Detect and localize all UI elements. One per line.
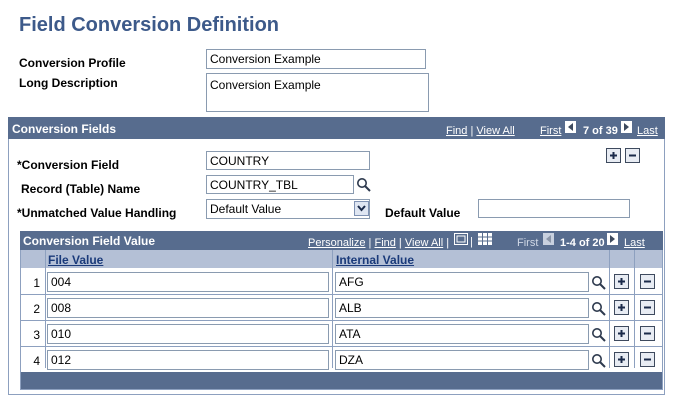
internal-value-input[interactable]: AFG xyxy=(335,272,589,292)
unmatched-value-select[interactable]: Default Value xyxy=(206,199,370,219)
default-value-label: Default Value xyxy=(385,206,461,220)
plus-icon xyxy=(618,330,625,337)
grid-nav-sep: | xyxy=(470,236,473,248)
minus-icon xyxy=(644,280,651,283)
internal-value-input[interactable]: DZA xyxy=(335,350,589,370)
row-number: 1 xyxy=(33,276,40,290)
conversion-profile-field[interactable]: Conversion Example xyxy=(206,49,426,69)
grid-next-icon[interactable] xyxy=(607,233,618,248)
magnifier-icon[interactable] xyxy=(591,301,606,319)
internal-value-input[interactable]: ATA xyxy=(335,324,589,344)
view-all-link[interactable]: View All xyxy=(476,125,514,137)
default-value-input[interactable] xyxy=(478,199,630,218)
conversion-field-input[interactable]: COUNTRY xyxy=(206,151,370,170)
grid-range: 1-4 of 20 xyxy=(560,237,605,249)
delete-row-button[interactable] xyxy=(640,274,655,289)
long-description-label: Long Description xyxy=(19,76,118,90)
magnifier-icon[interactable] xyxy=(591,275,606,293)
conversion-fields-title: Conversion Fields xyxy=(12,122,117,136)
chevron-down-icon[interactable] xyxy=(354,201,369,216)
row-number: 2 xyxy=(33,302,40,316)
col-divider-2 xyxy=(332,250,333,368)
record-range: 7 of 39 xyxy=(583,125,618,137)
left-arrow-icon[interactable] xyxy=(565,121,576,136)
grid-title: Conversion Field Value xyxy=(23,234,156,248)
right-arrow-icon[interactable] xyxy=(621,121,632,136)
add-row-button[interactable] xyxy=(614,300,629,315)
grid-prev-icon xyxy=(543,233,554,248)
unmatched-value-label: *Unmatched Value Handling xyxy=(17,206,177,220)
add-row-button[interactable] xyxy=(614,274,629,289)
record-name-label: Record (Table) Name xyxy=(21,182,141,196)
magnifier-icon[interactable] xyxy=(356,177,371,195)
col-internal-value[interactable]: Internal Value xyxy=(336,253,414,267)
plus-icon xyxy=(618,304,625,311)
row-sep-2 xyxy=(21,320,662,321)
minus-icon xyxy=(644,332,651,335)
col-divider-1 xyxy=(45,250,46,368)
delete-row-button[interactable] xyxy=(640,352,655,367)
row-number: 4 xyxy=(33,354,40,368)
first-link[interactable]: First xyxy=(540,125,561,137)
row-sep-1 xyxy=(21,294,662,295)
add-row-button[interactable] xyxy=(614,352,629,367)
plus-icon xyxy=(618,356,625,363)
long-description-field[interactable]: Conversion Example xyxy=(206,73,429,112)
minus-icon xyxy=(644,306,651,309)
row-number: 3 xyxy=(33,328,40,342)
grid-view-all-link[interactable]: View All xyxy=(405,237,443,249)
col-file-value[interactable]: File Value xyxy=(48,253,103,267)
delete-section-button[interactable] xyxy=(625,148,640,163)
grid-first-label: First xyxy=(517,237,539,249)
file-value-input[interactable]: 012 xyxy=(47,350,329,370)
minus-icon xyxy=(644,358,651,361)
conversion-fields-nav: Find | View All xyxy=(446,125,515,137)
row-sep-3 xyxy=(21,346,662,347)
col-divider-4 xyxy=(634,250,635,368)
file-value-input[interactable]: 008 xyxy=(47,298,329,318)
download-grid-icon[interactable] xyxy=(478,233,492,248)
internal-value-input[interactable]: ALB xyxy=(335,298,589,318)
page-title: Field Conversion Definition xyxy=(19,14,280,36)
conversion-field-label: *Conversion Field xyxy=(17,158,120,172)
zoom-grid-icon[interactable] xyxy=(454,233,468,248)
file-value-input[interactable]: 010 xyxy=(47,324,329,344)
minus-icon xyxy=(629,154,636,157)
grid-nav: Personalize | Find | View All | xyxy=(308,237,450,249)
conversion-profile-label: Conversion Profile xyxy=(19,56,126,70)
magnifier-icon[interactable] xyxy=(591,353,606,371)
plus-icon xyxy=(610,152,617,159)
find-link[interactable]: Find xyxy=(446,125,467,137)
magnifier-icon[interactable] xyxy=(591,327,606,345)
plus-icon xyxy=(618,278,625,285)
file-value-input[interactable]: 004 xyxy=(47,272,329,292)
add-section-button[interactable] xyxy=(606,148,621,163)
unmatched-value-selected: Default Value xyxy=(210,202,282,216)
add-row-button[interactable] xyxy=(614,326,629,341)
col-divider-3 xyxy=(609,250,610,368)
grid-find-link[interactable]: Find xyxy=(374,237,395,249)
grid-last-link[interactable]: Last xyxy=(624,237,645,249)
delete-row-button[interactable] xyxy=(640,326,655,341)
personalize-link[interactable]: Personalize xyxy=(308,237,365,249)
record-name-input[interactable]: COUNTRY_TBL xyxy=(206,175,354,194)
last-link[interactable]: Last xyxy=(637,125,658,137)
delete-row-button[interactable] xyxy=(640,300,655,315)
grid-footer-band xyxy=(21,372,662,389)
